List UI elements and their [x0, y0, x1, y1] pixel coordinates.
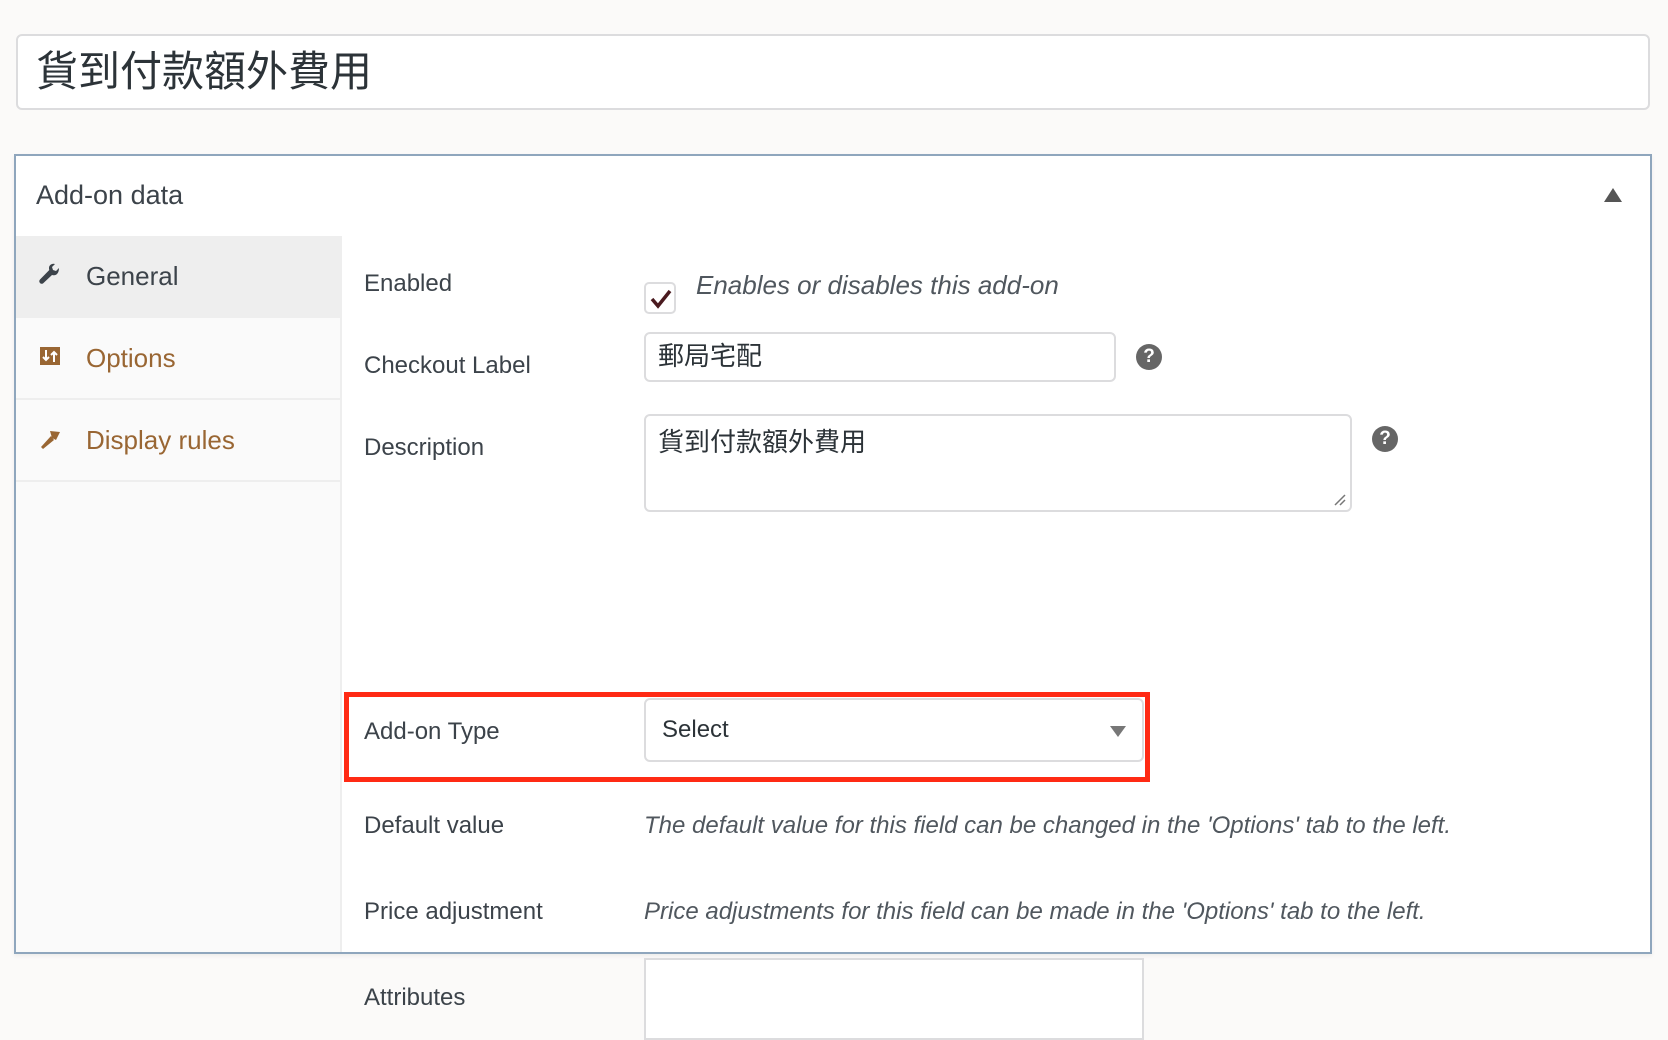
price-adjustment-note: Price adjustments for this field can be … — [644, 898, 1426, 925]
checkout-label-label: Checkout Label — [364, 352, 531, 379]
addon-tabs-sidebar: General Options Display rules — [16, 236, 342, 952]
checkout-label-input[interactable]: 郵局宅配 — [644, 332, 1116, 382]
wrench-icon — [38, 263, 62, 287]
description-value: 貨到付款額外費用 — [658, 428, 867, 458]
tab-display-rules-label: Display rules — [86, 424, 235, 455]
general-tab-panel: Enabled Enables or disables this add-on … — [344, 236, 1650, 1040]
default-value-note: The default value for this field can be … — [644, 812, 1452, 839]
enabled-description: Enables or disables this add-on — [696, 270, 1059, 300]
question-circle-icon[interactable]: ? — [1136, 344, 1162, 370]
tab-general-label: General — [86, 260, 179, 291]
addon-type-label: Add-on Type — [364, 718, 500, 745]
addon-type-select[interactable]: Select — [644, 698, 1144, 762]
sliders-icon — [38, 345, 62, 369]
chevron-down-icon — [1110, 726, 1126, 737]
checkmark-icon — [650, 289, 672, 309]
default-value-label: Default value — [364, 812, 505, 839]
enabled-label: Enabled — [364, 270, 453, 297]
description-label: Description — [364, 434, 485, 461]
resize-handle-icon[interactable] — [1332, 492, 1346, 506]
panel-title: Add-on data — [36, 180, 184, 210]
triangle-up-icon[interactable] — [1604, 188, 1622, 202]
attributes-box[interactable] — [644, 958, 1144, 1040]
panel-header: Add-on data — [16, 156, 1650, 236]
title-input[interactable]: 貨到付款額外費用 — [16, 34, 1650, 110]
addon-type-selected: Select — [662, 716, 729, 743]
description-textarea[interactable]: 貨到付款額外費用 — [644, 414, 1352, 512]
enabled-checkbox[interactable] — [644, 282, 676, 314]
question-circle-icon[interactable]: ? — [1372, 426, 1398, 452]
tab-options[interactable]: Options — [16, 318, 340, 400]
price-adjustment-label: Price adjustment — [364, 898, 543, 925]
addon-data-panel: Add-on data General Options Display rule… — [14, 154, 1652, 1040]
tab-general[interactable]: General — [16, 236, 340, 318]
brush-icon — [38, 427, 62, 451]
tab-options-label: Options — [86, 342, 176, 373]
tab-display-rules[interactable]: Display rules — [16, 400, 340, 482]
attributes-label: Attributes — [364, 984, 466, 1011]
